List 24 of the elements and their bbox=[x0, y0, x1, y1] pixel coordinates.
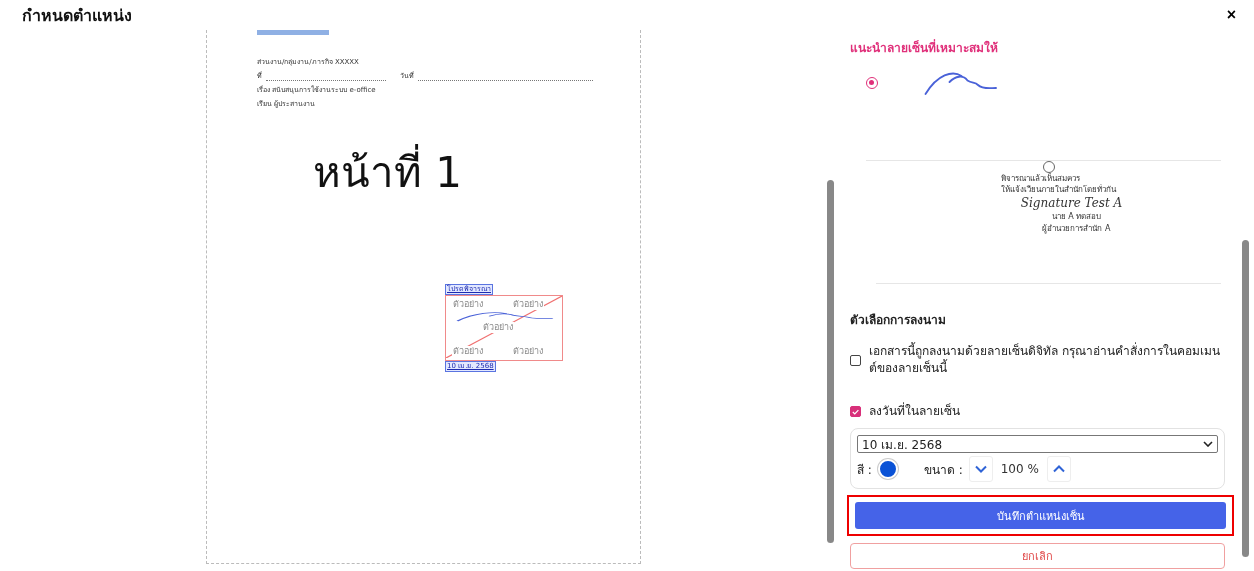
cancel-button[interactable]: ยกเลิก bbox=[850, 543, 1225, 569]
watermark-text: ตัวอย่าง bbox=[512, 299, 544, 310]
watermark-text: ตัวอย่าง bbox=[512, 346, 544, 357]
page-number-text: หน้าที่ 1 bbox=[313, 139, 640, 205]
checkbox-label: ลงวันที่ในลายเซ็น bbox=[869, 403, 960, 420]
section-heading: แนะนำลายเซ็นที่เหมาะสมให้ bbox=[850, 38, 999, 57]
signer-name: นาย A ทดสอบ bbox=[1051, 211, 1102, 223]
close-button[interactable]: × bbox=[1226, 6, 1236, 24]
signature-text: Signature Test A bbox=[1020, 195, 1123, 211]
size-label: ขนาด : bbox=[923, 461, 963, 479]
save-button[interactable]: บันทึกตำแหน่งเซ็น bbox=[855, 502, 1226, 529]
date-format-select[interactable]: 10 เม.ย. 2568 bbox=[857, 435, 1218, 453]
section-heading: ตัวเลือกการลงนาม bbox=[850, 312, 947, 329]
window-title: กำหนดตำแหน่ง bbox=[22, 4, 132, 27]
watermark-text: ตัวอย่าง bbox=[482, 322, 514, 333]
color-label: สี : bbox=[857, 461, 872, 479]
stamp-text: ให้แจ้งเวียนภายในสำนักโดยทั่วกัน bbox=[1000, 184, 1118, 195]
stamp-text: พิจารณาแล้วเห็นสมควร bbox=[1000, 173, 1081, 184]
signer-position: ผู้อำนวยการสำนัก A bbox=[1042, 223, 1111, 235]
watermark-text: ตัวอย่าง bbox=[452, 299, 484, 310]
size-value: 100 % bbox=[1000, 462, 1039, 476]
signature-placement-box[interactable]: ตัวอย่าง ตัวอย่าง ตัวอย่าง ตัวอย่าง ตัวอย่าง bbox=[445, 295, 563, 361]
checkbox-label: เอกสารนี้ถูกลงนามด้วยลายเซ็นดิจิทัล กรุณาอ่านคำสั่งการในคอมเมนต์ของลายเซ็นนี้ bbox=[869, 343, 1221, 377]
watermark-text: ตัวอย่าง bbox=[452, 346, 484, 357]
